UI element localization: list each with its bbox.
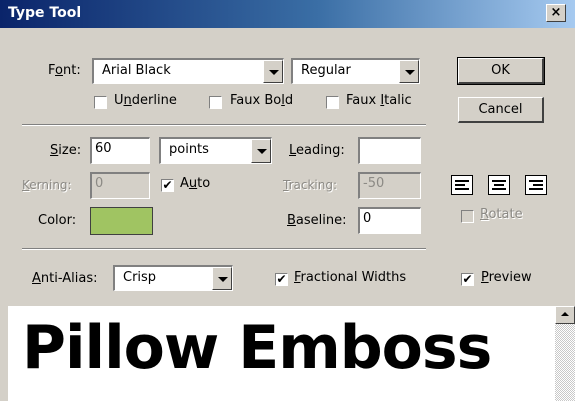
title-bar xyxy=(0,0,575,28)
align-left-button[interactable] xyxy=(451,175,473,195)
faux-italic-checkbox[interactable] xyxy=(326,96,339,109)
align-right-button[interactable] xyxy=(525,175,547,195)
faux-italic-label[interactable]: Faux Italic xyxy=(346,93,412,108)
size-unit-select[interactable]: points xyxy=(159,137,272,164)
anti-alias-label: Anti-Alias: xyxy=(32,271,98,286)
size-input[interactable]: 60 xyxy=(90,137,150,164)
rotate-label: Rotate xyxy=(480,207,523,222)
separator xyxy=(22,248,426,250)
tracking-label: Tracking: xyxy=(283,178,338,192)
font-label: Font: xyxy=(48,63,81,78)
kerning-input: 0 xyxy=(90,172,150,199)
preview-scrollbar[interactable] xyxy=(555,306,575,401)
auto-kerning-label[interactable]: Auto xyxy=(180,176,210,191)
anti-alias-value: Crisp xyxy=(123,270,157,285)
underline-checkbox[interactable] xyxy=(94,96,107,109)
close-button[interactable]: × xyxy=(546,4,566,22)
tracking-value: -50 xyxy=(363,176,385,191)
font-style-select[interactable]: Regular xyxy=(291,58,420,84)
fractional-widths-label[interactable]: Fractional Widths xyxy=(294,270,406,285)
color-label: Color: xyxy=(38,213,77,228)
leading-input[interactable] xyxy=(358,137,421,164)
chevron-down-icon[interactable] xyxy=(212,267,232,290)
size-label: Size: xyxy=(50,143,82,158)
color-swatch[interactable] xyxy=(90,207,153,235)
size-value: 60 xyxy=(95,141,112,156)
preview-label[interactable]: Preview xyxy=(481,270,532,285)
font-family-value: Arial Black xyxy=(102,63,171,78)
baseline-input[interactable]: 0 xyxy=(358,207,421,234)
auto-kerning-checkbox[interactable]: ✔ xyxy=(161,179,174,192)
window-title: Type Tool xyxy=(8,5,82,21)
font-family-select[interactable]: Arial Black xyxy=(92,58,284,84)
chevron-down-icon[interactable] xyxy=(251,139,271,163)
kerning-label: Kerning: xyxy=(22,178,72,192)
chevron-down-icon[interactable] xyxy=(263,60,283,83)
baseline-value: 0 xyxy=(363,211,372,226)
preview-sample-text: Pillow Emboss xyxy=(22,313,492,383)
preview-area: Pillow Emboss xyxy=(8,306,575,401)
baseline-label: Baseline: xyxy=(287,213,347,228)
align-center-button[interactable] xyxy=(488,175,510,195)
leading-label: Leading: xyxy=(289,143,345,158)
faux-bold-label[interactable]: Faux Bold xyxy=(230,93,293,108)
separator xyxy=(22,124,426,126)
preview-checkbox[interactable]: ✔ xyxy=(461,273,474,286)
tracking-input: -50 xyxy=(358,172,421,199)
ok-button[interactable]: OK xyxy=(457,57,545,85)
cancel-button[interactable]: Cancel xyxy=(458,97,544,123)
chevron-down-icon[interactable] xyxy=(399,60,419,83)
fractional-widths-checkbox[interactable]: ✔ xyxy=(275,273,288,286)
scroll-up-icon[interactable] xyxy=(555,306,575,324)
underline-label[interactable]: Underline xyxy=(114,93,177,108)
faux-bold-checkbox[interactable] xyxy=(209,96,222,109)
rotate-checkbox xyxy=(461,210,474,223)
kerning-value: 0 xyxy=(95,176,104,191)
size-unit-value: points xyxy=(169,142,209,157)
anti-alias-select[interactable]: Crisp xyxy=(113,265,233,291)
font-style-value: Regular xyxy=(301,63,351,78)
